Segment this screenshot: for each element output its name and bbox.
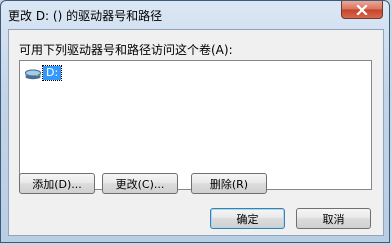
dialog-window: 更改 D: () 的驱动器号和路径 可用下列驱动器号和路径访问这个卷(A): D… (0, 0, 390, 243)
add-button[interactable]: 添加(D)... (19, 173, 95, 194)
drive-icon (24, 66, 42, 80)
ok-button[interactable]: 确定 (210, 208, 285, 229)
list-item[interactable]: D: (24, 65, 63, 81)
remove-button[interactable]: 删除(R) (191, 173, 267, 194)
cancel-button[interactable]: 取消 (296, 208, 371, 229)
dialog-body: 可用下列驱动器号和路径访问这个卷(A): D: 添加(D)... 更改(C)..… (8, 29, 384, 236)
change-button[interactable]: 更改(C)... (102, 173, 178, 194)
drive-letter-label: D: (41, 65, 63, 81)
close-icon (356, 4, 368, 15)
title-bar[interactable]: 更改 D: () 的驱动器号和路径 (1, 1, 389, 27)
window-title: 更改 D: () 的驱动器号和路径 (8, 9, 163, 23)
list-prompt-label: 可用下列驱动器号和路径访问这个卷(A): (19, 43, 233, 57)
drive-path-list[interactable]: D: (19, 60, 372, 190)
close-button[interactable] (341, 1, 383, 19)
